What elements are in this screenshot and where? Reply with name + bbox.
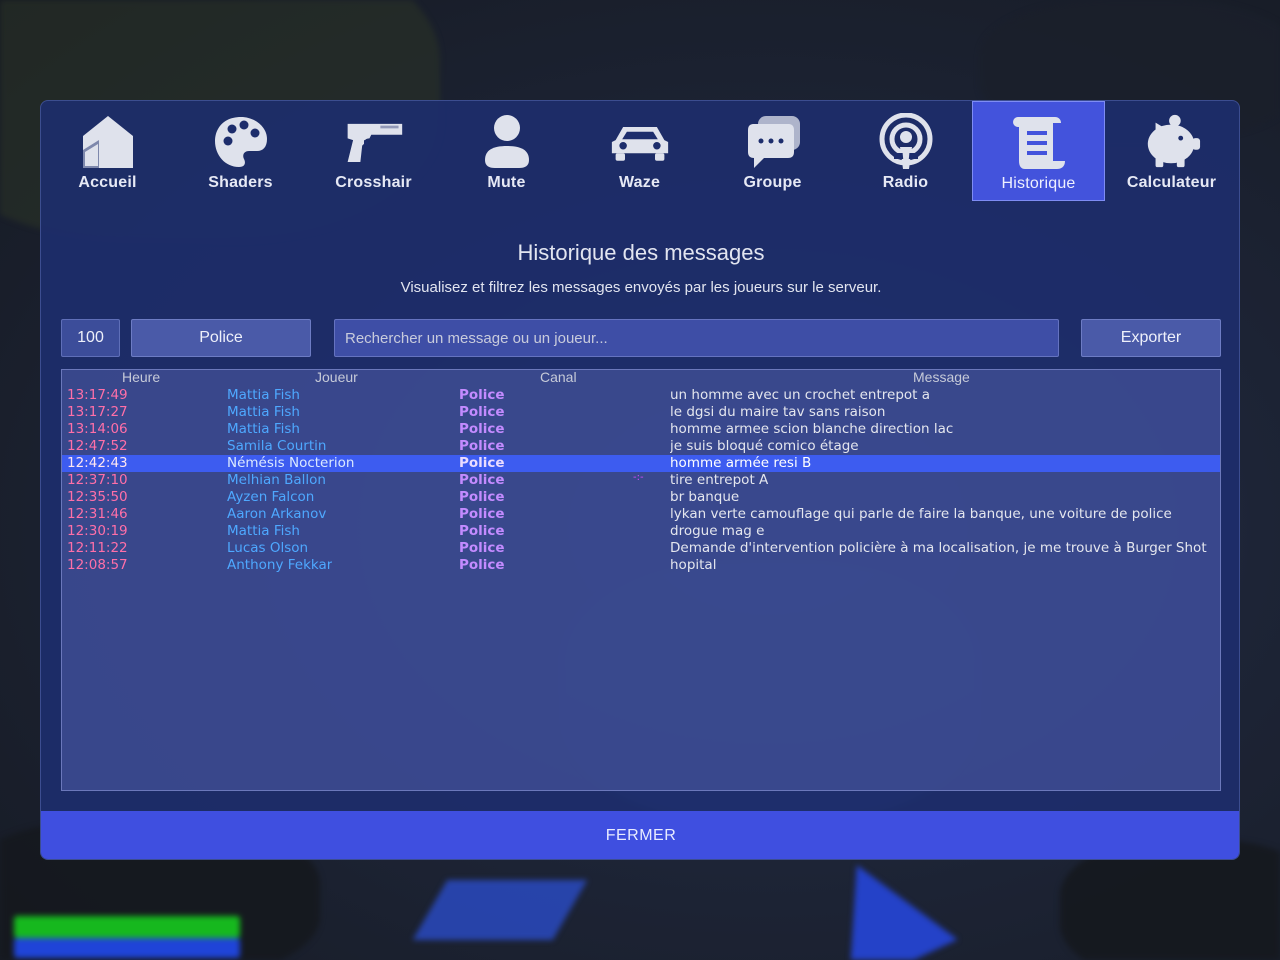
table-row[interactable]: 12:47:52 Samila Courtin Police je suis b… (62, 438, 1220, 455)
piggy-bank-icon (1142, 113, 1202, 171)
messages-table: Heure Joueur Canal Message 13:17:49 Matt… (61, 369, 1221, 791)
nav-item-historique[interactable]: Historique (972, 101, 1105, 201)
table-header: Heure Joueur Canal Message (62, 369, 1220, 387)
nav-label: Waze (618, 174, 661, 191)
podcast-icon (876, 113, 936, 171)
row-player: Ayzen Falcon (227, 489, 315, 505)
pistol-icon (344, 113, 404, 171)
nav-item-crosshair[interactable]: Crosshair (307, 101, 440, 201)
page-title: Historique des messages (517, 240, 765, 265)
row-message: le dgsi du maire tav sans raison (670, 404, 886, 420)
nav-label: Calculateur (1126, 174, 1217, 191)
row-time: 12:11:22 (67, 540, 128, 556)
row-canal: Police (459, 540, 505, 556)
row-message: hopital (670, 557, 717, 573)
row-message: drogue mag e (670, 523, 765, 539)
nav-item-accueil[interactable]: Accueil (41, 101, 174, 201)
column-header-joueur: Joueur (315, 369, 358, 385)
row-time: 12:31:46 (67, 506, 128, 522)
nav-item-shaders[interactable]: Shaders (174, 101, 307, 201)
row-time: 12:42:43 (67, 455, 128, 471)
row-time: 12:30:19 (67, 523, 128, 539)
row-message: br banque (670, 489, 740, 505)
chat-icon (743, 113, 803, 171)
row-canal: Police (459, 489, 505, 505)
row-canal: Police (459, 523, 505, 539)
row-canal: Police (459, 404, 505, 420)
row-player: Mattia Fish (227, 387, 300, 403)
table-row[interactable]: 13:14:06 Mattia Fish Police homme armee … (62, 421, 1220, 438)
row-player: Némésis Nocterion (227, 455, 355, 471)
table-row[interactable]: 12:30:19 Mattia Fish Police drogue mag e (62, 523, 1220, 540)
row-time: 12:37:10 (67, 472, 128, 488)
row-message: un homme avec un crochet entrepot a (670, 387, 931, 403)
row-canal: Police (459, 387, 505, 403)
row-time: 12:47:52 (67, 438, 128, 454)
nav-label: Mute (487, 174, 526, 191)
row-time: 13:17:27 (67, 404, 128, 420)
table-row[interactable]: 12:08:57 Anthony Fekkar Police hopital (62, 557, 1220, 574)
row-player: Mattia Fish (227, 404, 300, 420)
row-time: 13:17:49 (67, 387, 128, 403)
row-message: lykan verte camouflage qui parle de fair… (670, 506, 1172, 522)
row-canal: Police (459, 455, 505, 471)
row-canal: Police (459, 438, 505, 454)
row-message: tire entrepot A (670, 472, 769, 488)
table-row[interactable]: 13:17:27 Mattia Fish Police le dgsi du m… (62, 404, 1220, 421)
row-time: 12:08:57 (67, 557, 128, 573)
close-button[interactable]: FERMER (41, 811, 1239, 859)
row-player: Samila Courtin (227, 438, 327, 454)
nav-label: Radio (882, 174, 929, 191)
mouse-cursor-icon: -:- (633, 472, 644, 483)
nav-label: Accueil (78, 174, 137, 191)
nav-item-mute[interactable]: Mute (440, 101, 573, 201)
row-time: 12:35:50 (67, 489, 128, 505)
table-row[interactable]: 12:31:46 Aaron Arkanov Police lykan vert… (62, 506, 1220, 523)
nav-label: Shaders (208, 174, 273, 191)
table-row[interactable]: 13:17:49 Mattia Fish Police un homme ave… (62, 387, 1220, 404)
limit-selector[interactable]: 100 (61, 319, 120, 357)
row-player: Anthony Fekkar (227, 557, 333, 573)
row-player: Aaron Arkanov (227, 506, 327, 522)
palette-icon (211, 113, 271, 171)
column-header-message: Message (913, 369, 970, 385)
row-canal: Police (459, 557, 505, 573)
row-message: Demande d'intervention policière à ma lo… (670, 540, 1207, 556)
row-player: Mattia Fish (227, 421, 300, 437)
row-canal: Police (459, 472, 505, 488)
nav-item-calculateur[interactable]: Calculateur (1105, 101, 1238, 201)
row-time: 13:14:06 (67, 421, 128, 437)
page-subtitle: Visualisez et filtrez les messages envoy… (400, 279, 882, 296)
user-icon (477, 113, 537, 171)
row-message: homme armée resi B (670, 455, 812, 471)
row-player: Lucas Olson (227, 540, 309, 556)
nav-label: Crosshair (335, 174, 412, 191)
nav-item-radio[interactable]: Radio (839, 101, 972, 201)
row-message: je suis bloqué comico étage (670, 438, 859, 454)
row-player: Melhian Ballon (227, 472, 326, 488)
table-row[interactable]: 12:37:10 Melhian Ballon Police -:- tire … (62, 472, 1220, 489)
table-row-selected[interactable]: 12:42:43 Némésis Nocterion Police homme … (62, 455, 1220, 472)
table-row[interactable]: 12:35:50 Ayzen Falcon Police br banque (62, 489, 1220, 506)
row-canal: Police (459, 506, 505, 522)
top-navigation: Accueil Shaders Crosshair Mute Waze Grou… (41, 101, 1239, 201)
nav-label: Groupe (743, 174, 802, 191)
row-canal: Police (459, 421, 505, 437)
nav-item-waze[interactable]: Waze (573, 101, 706, 201)
export-button[interactable]: Exporter (1081, 319, 1221, 357)
row-message: homme armee scion blanche direction lac (670, 421, 954, 437)
column-header-canal: Canal (540, 369, 577, 385)
nav-label: Historique (1001, 175, 1076, 192)
channel-filter-button[interactable]: Police (131, 319, 311, 357)
column-header-heure: Heure (122, 369, 161, 385)
scroll-icon (1009, 114, 1069, 172)
home-icon (78, 113, 138, 171)
car-icon (610, 113, 670, 171)
search-input[interactable] (334, 319, 1059, 357)
table-row[interactable]: 12:11:22 Lucas Olson Police Demande d'in… (62, 540, 1220, 557)
tablet-panel: Accueil Shaders Crosshair Mute Waze Grou… (40, 100, 1240, 860)
row-player: Mattia Fish (227, 523, 300, 539)
nav-item-groupe[interactable]: Groupe (706, 101, 839, 201)
